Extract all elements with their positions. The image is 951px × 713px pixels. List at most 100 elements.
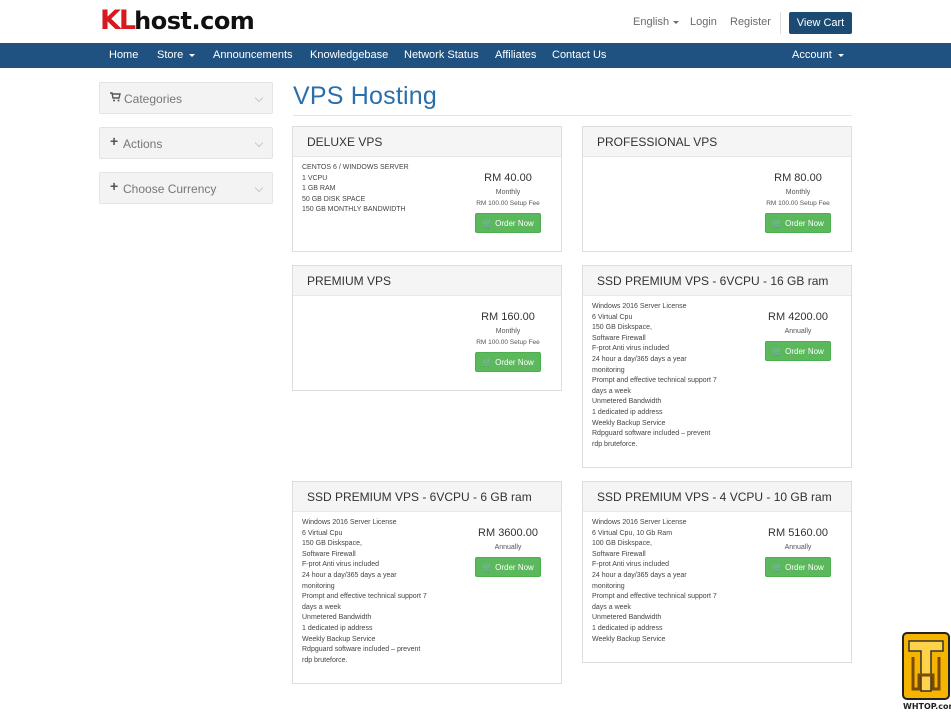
shopping-cart-icon: 🛒 [482, 218, 493, 228]
divider [780, 12, 781, 34]
feature-line: Unmetered Bandwidth [592, 614, 662, 622]
plus-icon: + [110, 178, 119, 194]
nav-store-label: Store [157, 49, 184, 61]
setup-fee: RM 100.00 Setup Fee [476, 339, 540, 346]
product-card: PREMIUM VPS RM 160.00 Monthly RM 100.00 … [292, 265, 562, 391]
feature-line: days a week [302, 603, 341, 611]
feature-line: days a week [592, 603, 631, 611]
feature-line: 1 dedicated ip address [592, 408, 663, 416]
feature-line: Weekly Backup Service [302, 635, 376, 643]
product-name: SSD PREMIUM VPS - 4 VCPU - 10 GB ram [583, 482, 851, 512]
nav-account[interactable]: Account [792, 43, 844, 68]
shopping-cart-icon: 🛒 [482, 562, 493, 572]
order-now-button[interactable]: 🛒 Order Now [765, 557, 831, 577]
watermark-text: WHTOP.com [903, 702, 951, 711]
nav-knowledgebase[interactable]: Knowledgebase [310, 43, 388, 68]
product-card: SSD PREMIUM VPS - 4 VCPU - 10 GB ram Win… [582, 481, 852, 663]
feature-line: 150 GB Diskspace, [592, 324, 652, 332]
product-name: DELUXE VPS [293, 127, 561, 157]
nav-store[interactable]: Store [157, 43, 196, 68]
product-price: RM 40.00 [484, 172, 532, 184]
feature-line: Windows 2016 Server License [302, 519, 397, 526]
feature-line: 1 dedicated ip address [592, 624, 663, 632]
shopping-cart-icon: 🛒 [482, 357, 493, 367]
chevron-down-icon [673, 20, 680, 24]
plus-icon: + [110, 133, 119, 149]
chevron-down-icon [254, 138, 264, 148]
product-card: SSD PREMIUM VPS - 6VCPU - 16 GB ram Wind… [582, 265, 852, 468]
shopping-cart-icon: 🛒 [772, 346, 783, 356]
billing-cycle: Annually [784, 328, 812, 335]
sidebar-currency[interactable]: + Choose Currency [99, 172, 273, 204]
product-pricing: RM 3600.00 Annually 🛒 Order Now [463, 526, 553, 577]
order-now-button[interactable]: 🛒 Order Now [765, 341, 831, 361]
top-bar: KL host.com English Login Register View … [0, 0, 951, 43]
product-price: RM 160.00 [481, 311, 535, 323]
product-card: DELUXE VPS CENTOS 6 / WINDOWS SERVER 1 VC… [292, 126, 562, 252]
shopping-cart-icon: 🛒 [772, 218, 783, 228]
order-now-button[interactable]: 🛒 Order Now [475, 557, 541, 577]
product-name: PREMIUM VPS [293, 266, 561, 296]
product-description: Windows 2016 Server License 6 Virtual Cpu… [302, 518, 447, 666]
product-price: RM 4200.00 [768, 311, 828, 323]
feature-line: 24 hour a day/365 days a year [592, 355, 687, 363]
sidebar-actions[interactable]: + Actions [99, 127, 273, 159]
feature-line: 24 hour a day/365 days a year [302, 571, 397, 579]
order-now-label: Order Now [495, 357, 534, 367]
feature-line: 1 GB RAM [302, 185, 336, 193]
language-dropdown[interactable]: English [633, 16, 680, 28]
feature-line: CENTOS 6 / WINDOWS SERVER [302, 164, 409, 171]
feature-line: days a week [592, 387, 631, 395]
feature-line: monitoring [592, 582, 625, 590]
billing-cycle: Monthly [785, 189, 811, 196]
sidebar-actions-label: Actions [123, 137, 163, 151]
sidebar-categories[interactable]: Categories [99, 82, 273, 114]
feature-line: monitoring [302, 582, 335, 590]
order-now-label: Order Now [785, 218, 824, 228]
order-now-label: Order Now [495, 218, 534, 228]
feature-line: Software Firewall [302, 550, 356, 558]
view-cart-button[interactable]: View Cart [789, 12, 852, 34]
nav-contact[interactable]: Contact Us [552, 43, 606, 68]
divider [293, 115, 852, 116]
feature-line: Unmetered Bandwidth [302, 614, 372, 622]
nav-announcements[interactable]: Announcements [213, 43, 293, 68]
product-price: RM 80.00 [774, 172, 822, 184]
feature-line: 150 GB Diskspace, [302, 540, 362, 548]
main-navbar: Home Store Announcements Knowledgebase N… [0, 43, 951, 68]
nav-home[interactable]: Home [109, 43, 138, 68]
site-logo[interactable]: KL host.com [100, 5, 255, 36]
register-link[interactable]: Register [730, 16, 771, 28]
feature-line: F-prot Anti virus included [592, 561, 670, 569]
feature-line: Prompt and effective technical support 7 [592, 593, 717, 601]
login-link[interactable]: Login [690, 16, 717, 28]
product-price: RM 5160.00 [768, 527, 828, 539]
nav-affiliates[interactable]: Affiliates [495, 43, 536, 68]
chevron-down-icon [254, 93, 264, 103]
product-pricing: RM 40.00 Monthly RM 100.00 Setup Fee 🛒 Or… [463, 171, 553, 233]
product-pricing: RM 5160.00 Annually 🛒 Order Now [753, 526, 843, 577]
product-pricing: RM 4200.00 Annually 🛒 Order Now [753, 310, 843, 361]
product-description: Windows 2016 Server License 6 Virtual Cpu… [592, 518, 737, 645]
billing-cycle: Annually [784, 544, 812, 551]
feature-line: rdp bruteforce. [592, 440, 638, 448]
chevron-down-icon [837, 53, 844, 57]
billing-cycle: Annually [494, 544, 522, 551]
shopping-cart-icon [110, 92, 121, 105]
feature-line: 24 hour a day/365 days a year [592, 571, 687, 579]
feature-line: 100 GB Diskspace, [592, 540, 652, 548]
nav-network-status[interactable]: Network Status [404, 43, 479, 68]
feature-line: Prompt and effective technical support 7 [592, 377, 717, 385]
feature-line: Windows 2016 Server License [592, 519, 687, 526]
setup-fee: RM 100.00 Setup Fee [766, 200, 830, 207]
order-now-button[interactable]: 🛒 Order Now [475, 213, 541, 233]
order-now-button[interactable]: 🛒 Order Now [475, 352, 541, 372]
feature-line: 1 VCPU [302, 174, 328, 182]
sidebar-categories-label: Categories [124, 92, 183, 106]
order-now-button[interactable]: 🛒 Order Now [765, 213, 831, 233]
product-description: Windows 2016 Server License 6 Virtual Cpu… [592, 302, 737, 450]
logo-kl: KL [100, 5, 136, 36]
whtop-watermark-logo [902, 632, 950, 700]
order-now-label: Order Now [785, 346, 824, 356]
language-label: English [633, 16, 670, 28]
